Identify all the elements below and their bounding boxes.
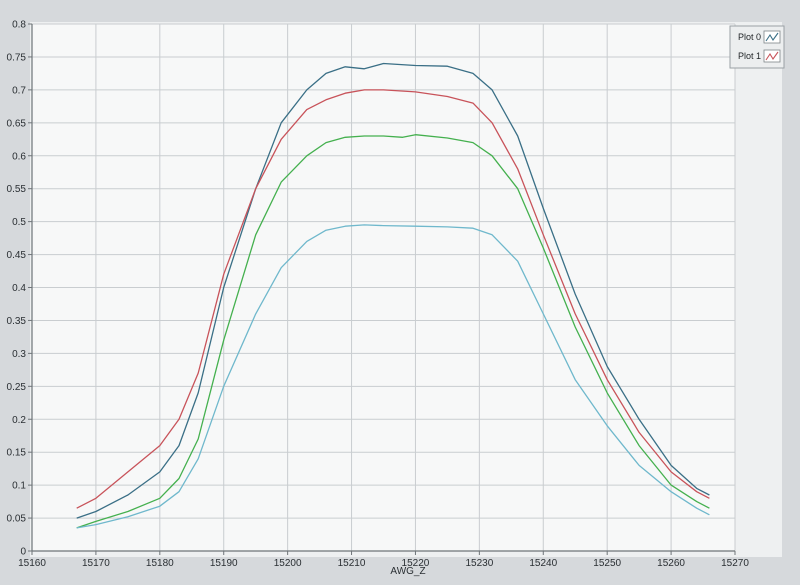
y-tick-label: 0.7 (12, 85, 26, 96)
legend-label-plot-0: Plot 0 (738, 32, 761, 42)
y-tick-label: 0.65 (7, 118, 27, 129)
y-tick-label: 0.1 (12, 481, 26, 492)
y-tick-label: 0.15 (7, 448, 27, 459)
x-tick-label: 15210 (338, 558, 366, 569)
x-tick-label: 15260 (657, 558, 685, 569)
y-tick-label: 0.05 (7, 514, 27, 525)
x-tick-label: 15180 (146, 558, 174, 569)
x-tick-label: 15170 (82, 558, 110, 569)
y-tick-label: 0.75 (7, 52, 27, 63)
x-axis-title: AWG_Z (390, 566, 425, 577)
y-tick-label: 0.6 (12, 151, 26, 162)
y-tick-label: 0.2 (12, 415, 26, 426)
x-tick-label: 15160 (18, 558, 46, 569)
y-tick-label: 0.25 (7, 382, 27, 393)
x-tick-label: 15250 (593, 558, 621, 569)
y-tick-label: 0.35 (7, 316, 27, 327)
legend[interactable]: Plot 0 Plot 1 (729, 25, 785, 69)
y-tick-label: 0.45 (7, 250, 27, 261)
y-tick-label: 0.5 (12, 217, 26, 228)
x-tick-label: 15230 (465, 558, 493, 569)
y-tick-label: 0.55 (7, 184, 27, 195)
y-tick-label: 0.8 (12, 20, 26, 31)
x-tick-label: 15200 (274, 558, 302, 569)
y-tick-label: 0.3 (12, 349, 26, 360)
y-tick-label: 0.4 (12, 283, 26, 294)
chart-window: 0 0.05 0.1 0.15 0.2 0.25 0.3 0.35 0.4 0.45 0.5 0.55… (0, 0, 800, 585)
x-tick-label: 15270 (721, 558, 749, 569)
x-tick-label: 15190 (210, 558, 238, 569)
y-tick-label: 0 (20, 547, 26, 558)
x-tick-label: 15240 (529, 558, 557, 569)
legend-label-plot-1: Plot 1 (738, 51, 761, 61)
